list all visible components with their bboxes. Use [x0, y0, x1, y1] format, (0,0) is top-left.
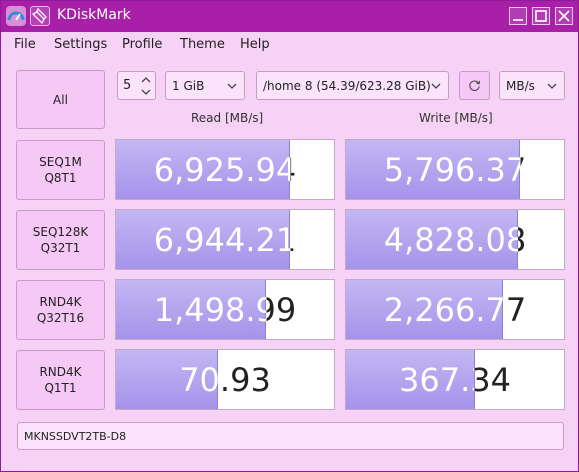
- read-value: 70.93: [116, 350, 334, 409]
- test-queue: Q32T1: [40, 241, 81, 255]
- close-button[interactable]: [555, 7, 573, 25]
- unit-select[interactable]: MB/s: [499, 71, 565, 100]
- all-button[interactable]: All: [16, 70, 105, 129]
- chevron-down-icon[interactable]: [140, 87, 152, 97]
- runs-value: 5: [123, 78, 132, 93]
- test-button-seq128k-q32t1[interactable]: SEQ128K Q32T1: [16, 210, 105, 270]
- write-result-rnd4k-q32t16: 2,266.77: [345, 279, 565, 340]
- read-result-rnd4k-q32t16: 1,498.99: [115, 279, 335, 340]
- read-value: 1,498.99: [116, 280, 334, 339]
- test-queue: Q32T16: [36, 311, 85, 325]
- write-result-rnd4k-q1t1: 367.34: [345, 349, 565, 410]
- path-value: /home 8 (54.39/623.28 GiB): [263, 78, 431, 93]
- chevron-down-icon: [431, 83, 441, 89]
- all-button-label: All: [53, 92, 68, 107]
- device-name-field[interactable]: MKNSSDVT2TB-D8: [17, 422, 564, 450]
- size-value: 1 GiB: [172, 78, 205, 93]
- write-value: 5,796.37: [346, 140, 564, 199]
- runs-spinbox[interactable]: 5: [117, 71, 156, 100]
- test-name: RND4K: [39, 295, 82, 309]
- size-select[interactable]: 1 GiB: [165, 71, 245, 100]
- write-result-seq1m: 5,796.37: [345, 139, 565, 200]
- maximize-button[interactable]: [532, 7, 550, 25]
- read-value: 6,944.21: [116, 210, 334, 269]
- write-value: 2,266.77: [346, 280, 564, 339]
- pin-icon[interactable]: [30, 6, 50, 26]
- minimize-button[interactable]: [509, 7, 527, 25]
- read-value: 6,925.94: [116, 140, 334, 199]
- menu-help[interactable]: Help: [240, 37, 270, 52]
- test-queue: Q8T1: [44, 171, 77, 185]
- test-button-seq1m-q8t1[interactable]: SEQ1M Q8T1: [16, 140, 105, 200]
- test-button-rnd4k-q32t16[interactable]: RND4K Q32T16: [16, 280, 105, 340]
- title-bar[interactable]: KDiskMark: [1, 1, 578, 32]
- minimize-icon: [513, 19, 523, 21]
- device-name: MKNSSDVT2TB-D8: [24, 429, 127, 443]
- chevron-down-icon: [227, 83, 237, 89]
- test-name: RND4K: [39, 365, 82, 379]
- app-gauge-icon[interactable]: [6, 6, 26, 26]
- path-select[interactable]: /home 8 (54.39/623.28 GiB): [256, 71, 449, 100]
- read-result-seq1m: 6,925.94: [115, 139, 335, 200]
- unit-value: MB/s: [506, 78, 535, 93]
- maximize-icon: [535, 10, 547, 22]
- refresh-icon: [469, 80, 481, 92]
- chevron-down-icon: [547, 83, 557, 89]
- write-result-seq128k: 4,828.08: [345, 209, 565, 270]
- menu-settings[interactable]: Settings: [54, 37, 107, 52]
- write-value: 367.34: [346, 350, 564, 409]
- menu-profile[interactable]: Profile: [122, 37, 162, 52]
- kdiskmark-window: KDiskMark File Settings Profile Theme He…: [0, 0, 579, 472]
- test-button-rnd4k-q1t1[interactable]: RND4K Q1T1: [16, 350, 105, 410]
- test-name: SEQ128K: [32, 225, 89, 239]
- menu-file[interactable]: File: [14, 37, 36, 52]
- menu-theme[interactable]: Theme: [180, 37, 225, 52]
- menu-bar: File Settings Profile Theme Help: [1, 32, 578, 58]
- read-result-seq128k: 6,944.21: [115, 209, 335, 270]
- read-result-rnd4k-q1t1: 70.93: [115, 349, 335, 410]
- window-title: KDiskMark: [57, 7, 131, 23]
- refresh-button[interactable]: [459, 71, 490, 100]
- test-name: SEQ1M: [39, 155, 82, 169]
- write-value: 4,828.08: [346, 210, 564, 269]
- close-icon: [558, 10, 570, 22]
- test-queue: Q1T1: [44, 381, 77, 395]
- read-column-header: Read [MB/s]: [191, 111, 264, 125]
- write-column-header: Write [MB/s]: [419, 111, 493, 125]
- chevron-up-icon[interactable]: [140, 75, 152, 85]
